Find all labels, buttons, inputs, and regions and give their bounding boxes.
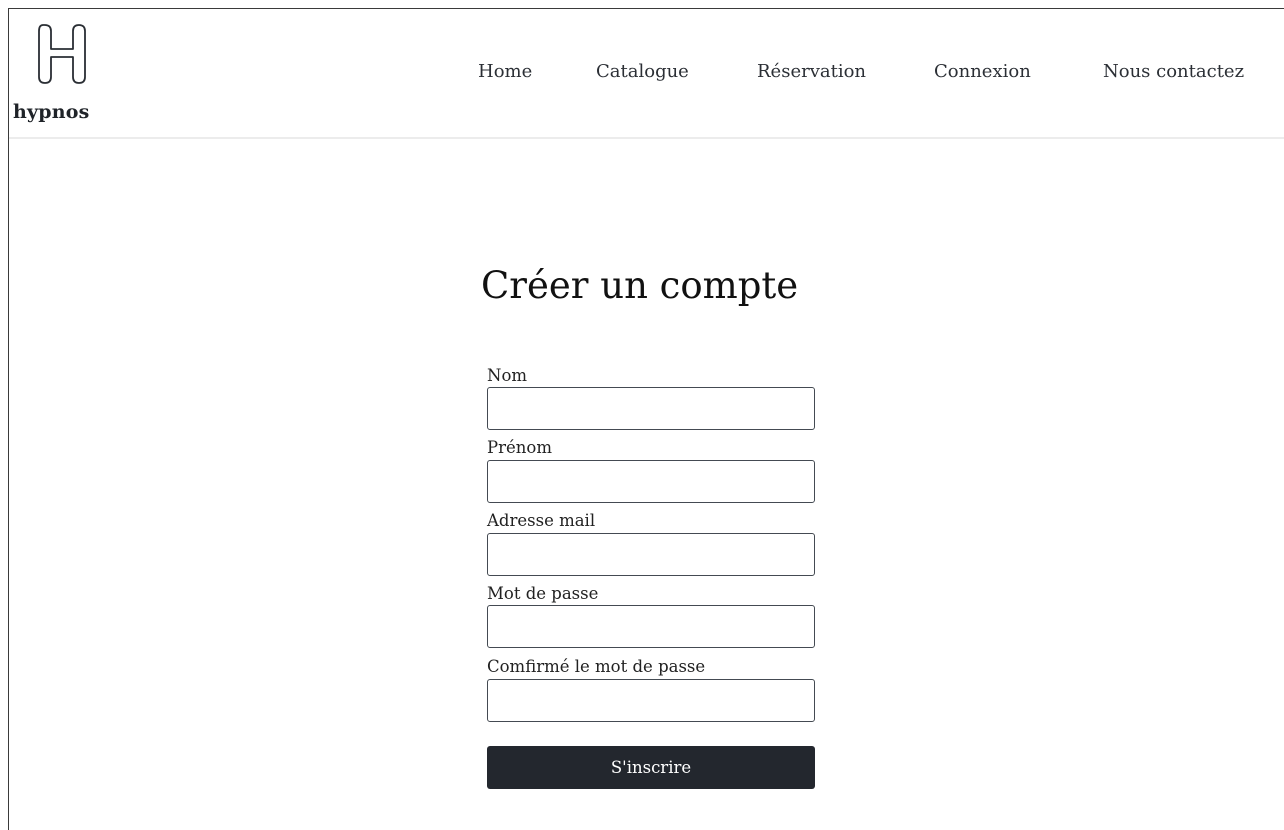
- nav-item-contact[interactable]: Nous contactez: [1103, 61, 1244, 82]
- nav-item-catalogue[interactable]: Catalogue: [596, 61, 689, 82]
- prenom-input[interactable]: [487, 460, 815, 503]
- email-label: Adresse mail: [487, 511, 596, 530]
- email-input[interactable]: [487, 533, 815, 576]
- nom-input[interactable]: [487, 387, 815, 430]
- main-nav: Home Catalogue Réservation Connexion Nou…: [9, 61, 1284, 91]
- password-input[interactable]: [487, 605, 815, 648]
- nom-label: Nom: [487, 366, 528, 385]
- prenom-label: Prénom: [487, 438, 552, 457]
- confirm-password-label: Comfirmé le mot de passe: [487, 657, 706, 676]
- password-label: Mot de passe: [487, 584, 599, 603]
- page-title: Créer un compte: [481, 264, 799, 307]
- signup-button[interactable]: S'inscrire: [487, 746, 815, 789]
- nav-item-reservation[interactable]: Réservation: [757, 61, 866, 82]
- nav-item-home[interactable]: Home: [478, 61, 532, 82]
- nav-item-connexion[interactable]: Connexion: [934, 61, 1031, 82]
- brand-name: hypnos: [13, 101, 90, 123]
- confirm-password-input[interactable]: [487, 679, 815, 722]
- page-frame: hypnos Home Catalogue Réservation Connex…: [8, 8, 1284, 830]
- site-header: hypnos Home Catalogue Réservation Connex…: [9, 9, 1284, 139]
